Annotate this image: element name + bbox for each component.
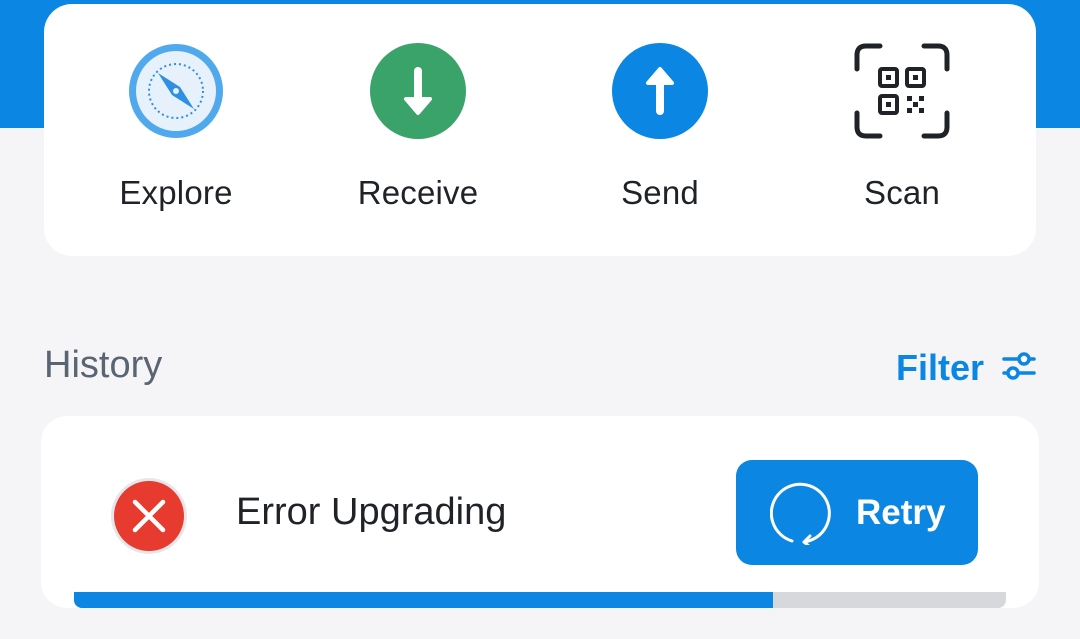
retry-label: Retry <box>856 492 946 532</box>
explore-button[interactable]: Explore <box>66 4 286 256</box>
error-status-text: Error Upgrading <box>236 491 507 533</box>
arrow-down-icon <box>370 43 466 139</box>
history-title: History <box>44 344 163 386</box>
history-item-card: Error Upgrading Retry <box>41 416 1039 608</box>
receive-label: Receive <box>357 174 479 211</box>
quick-actions-card: Explore Receive Send Scan <box>44 4 1036 256</box>
error-x-icon <box>111 478 187 554</box>
filter-label: Filter <box>895 347 984 388</box>
send-button[interactable]: Send <box>550 4 770 256</box>
arrow-up-icon <box>612 43 708 139</box>
scan-label: Scan <box>863 174 941 211</box>
send-label: Send <box>621 174 699 211</box>
scan-button[interactable]: Scan <box>792 4 1012 256</box>
explore-label: Explore <box>119 174 233 211</box>
filter-button[interactable]: Filter <box>896 346 1036 390</box>
compass-icon <box>128 43 224 139</box>
retry-button[interactable]: Retry <box>736 460 978 565</box>
refresh-icon <box>770 482 831 545</box>
upgrade-progress-fill <box>74 592 773 608</box>
sliders-icon <box>1002 351 1036 386</box>
qr-scan-icon <box>854 43 950 139</box>
upgrade-progress-bar <box>74 592 1006 608</box>
receive-button[interactable]: Receive <box>308 4 528 256</box>
